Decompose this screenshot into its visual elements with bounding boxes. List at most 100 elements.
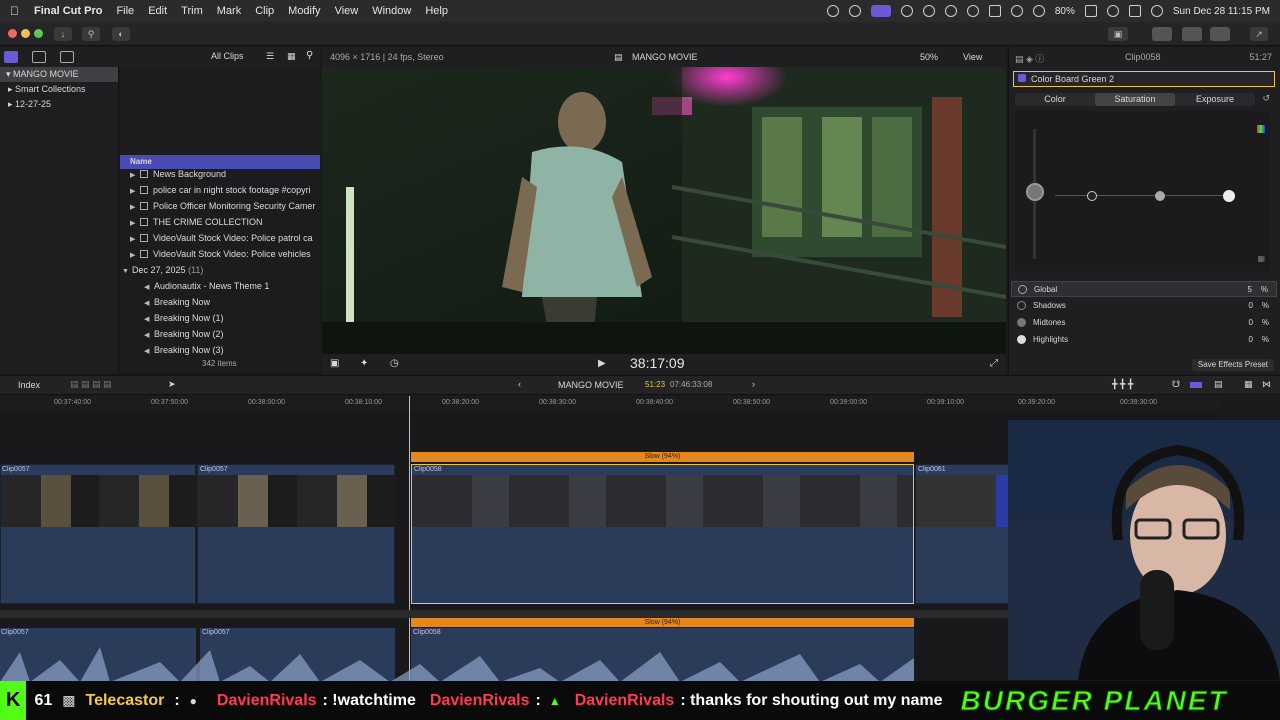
- timecode-display[interactable]: 38:17:09: [630, 355, 685, 371]
- save-effects-preset-button[interactable]: Save Effects Preset: [1191, 359, 1274, 371]
- import-icon[interactable]: ↓: [54, 27, 72, 41]
- menu-window[interactable]: Window: [372, 5, 411, 17]
- param-row-global[interactable]: Global 5 %: [1011, 281, 1277, 297]
- param-row-shadows[interactable]: Shadows 0 %: [1011, 298, 1277, 314]
- search-icon[interactable]: ⚲: [306, 50, 313, 61]
- param-row-midtones[interactable]: Midtones 0 %: [1011, 315, 1277, 331]
- list-item[interactable]: ▶ VideoVault Stock Video: Police patrol c…: [120, 230, 320, 246]
- edit-buttons[interactable]: ▤ ▤ ▤ ▤: [70, 379, 112, 390]
- battery-icon[interactable]: [1084, 5, 1097, 17]
- menu-modify[interactable]: Modify: [288, 5, 320, 17]
- list-view-icon[interactable]: ☰: [266, 51, 274, 62]
- timeline-index-button[interactable]: Index: [18, 380, 40, 390]
- reset-icon[interactable]: ↺: [1262, 93, 1270, 104]
- audio-retime-bar[interactable]: Slow (94%): [411, 618, 914, 627]
- effects-browser-icon[interactable]: ▦: [1244, 379, 1253, 390]
- list-item[interactable]: ▶ News Background: [120, 166, 320, 182]
- list-item[interactable]: ▶ VideoVault Stock Video: Police vehicles: [120, 246, 320, 262]
- video-clip[interactable]: Clip0057: [0, 464, 197, 604]
- zoom-dropdown[interactable]: 50%: [920, 52, 938, 62]
- snapping-icon[interactable]: [1190, 382, 1202, 388]
- menu-mark[interactable]: Mark: [217, 5, 241, 17]
- tab-saturation[interactable]: Saturation: [1095, 93, 1175, 106]
- video-viewer[interactable]: [322, 67, 1006, 354]
- back-icon[interactable]: ‹: [518, 379, 521, 389]
- titles-icon[interactable]: [60, 51, 74, 63]
- play-icon[interactable]: [922, 5, 935, 17]
- forward-icon[interactable]: ›: [752, 379, 755, 389]
- background-tasks-icon[interactable]: ◐: [112, 27, 130, 41]
- sidebar-item-smart-collections[interactable]: ▸ Smart Collections: [0, 82, 118, 97]
- menu-clip[interactable]: Clip: [255, 5, 274, 17]
- effect-name-dropdown[interactable]: Color Board Green 2: [1031, 74, 1114, 84]
- list-item[interactable]: ◀ Breaking Now: [120, 294, 320, 310]
- list-item[interactable]: ◀ Audionautix - News Theme 1: [120, 278, 320, 294]
- keywords-icon[interactable]: ⚲: [82, 27, 100, 41]
- enhance-icon[interactable]: ✦: [360, 358, 368, 369]
- midtones-value[interactable]: 0: [1249, 318, 1253, 327]
- effect-enable-checkbox[interactable]: [1018, 74, 1026, 82]
- inspector-tab-icons[interactable]: ▤ ◈ ⓘ: [1015, 52, 1044, 65]
- view-menu[interactable]: View: [963, 52, 982, 62]
- photos-icon[interactable]: [32, 51, 46, 63]
- workspace-icon[interactable]: ▣: [1108, 27, 1128, 41]
- libraries-icon[interactable]: [4, 51, 18, 63]
- color-board[interactable]: ▦: [1015, 111, 1271, 271]
- control-center-icon[interactable]: [1128, 5, 1141, 17]
- speed-icon[interactable]: ◷: [390, 358, 399, 369]
- clock[interactable]: Sun Dec 28 11:15 PM: [1173, 6, 1270, 17]
- browser-toggle-icon[interactable]: [1152, 27, 1172, 41]
- list-item[interactable]: ◀ Breaking Now (2): [120, 326, 320, 342]
- menu-view[interactable]: View: [335, 5, 359, 17]
- timeline-toggle-icon[interactable]: [1182, 27, 1202, 41]
- global-value[interactable]: 5: [1248, 285, 1252, 294]
- menu-app[interactable]: Final Cut Pro: [34, 5, 102, 17]
- fullscreen-icon[interactable]: ⤢: [990, 358, 998, 369]
- selected-video-clip[interactable]: Clip0058: [411, 464, 914, 604]
- date-group[interactable]: ▼ Dec 27, 2025 (11): [120, 262, 320, 278]
- shadows-value[interactable]: 0: [1249, 301, 1253, 310]
- playhead[interactable]: [409, 396, 410, 680]
- play-button[interactable]: ▶: [598, 358, 606, 369]
- sync-icon[interactable]: [848, 5, 861, 17]
- tab-exposure[interactable]: Exposure: [1175, 93, 1255, 106]
- inspector-toggle-icon[interactable]: [1210, 27, 1230, 41]
- crop-icon[interactable]: ▣: [330, 358, 339, 369]
- stage-manager-icon[interactable]: [870, 5, 891, 17]
- sidebar-item-event[interactable]: ▸ 12-27-25: [0, 97, 118, 112]
- headphones-icon[interactable]: ☋: [1172, 379, 1180, 390]
- clip-filter-dropdown[interactable]: All Clips: [211, 51, 244, 61]
- master-puck[interactable]: [1026, 183, 1044, 201]
- transitions-icon[interactable]: ⋈: [1262, 379, 1271, 390]
- shadows-puck[interactable]: [1087, 191, 1097, 201]
- video-clip[interactable]: Clip0057: [197, 464, 396, 604]
- timeline-project-title[interactable]: MANGO MOVIE: [558, 380, 624, 390]
- highlights-puck[interactable]: [1223, 190, 1235, 202]
- midtones-puck[interactable]: [1155, 191, 1165, 201]
- list-item[interactable]: ◀ Breaking Now (1): [120, 310, 320, 326]
- bluetooth-icon[interactable]: [1010, 5, 1023, 17]
- param-row-highlights[interactable]: Highlights 0 %: [1011, 332, 1277, 348]
- clip-appearance-icon[interactable]: ▤: [1214, 379, 1223, 390]
- menu-file[interactable]: File: [116, 5, 134, 17]
- siri-icon[interactable]: [1150, 5, 1163, 17]
- spotlight-icon[interactable]: [1106, 5, 1119, 17]
- menu-edit[interactable]: Edit: [148, 5, 167, 17]
- highlights-value[interactable]: 0: [1249, 335, 1253, 344]
- record-icon[interactable]: [826, 5, 839, 17]
- zoom-window-button[interactable]: [34, 29, 43, 38]
- clip-appearance-icon[interactable]: ▦: [287, 51, 296, 62]
- effect-header[interactable]: Color Board Green 2: [1013, 71, 1275, 87]
- close-window-button[interactable]: [8, 29, 17, 38]
- grid-icon[interactable]: [900, 5, 913, 17]
- skimming-icons[interactable]: ╋ ╋ ╋: [1112, 379, 1133, 390]
- display-icon[interactable]: [988, 5, 1001, 17]
- list-item[interactable]: ▶ THE CRIME COLLECTION: [120, 214, 320, 230]
- menu-trim[interactable]: Trim: [181, 5, 203, 17]
- timeline-ruler[interactable]: 00:37:40:00 00:37:50:00 00:38:00:00 00:3…: [0, 396, 1222, 410]
- list-item[interactable]: ◀ Breaking Now (3): [120, 342, 320, 358]
- tab-color[interactable]: Color: [1015, 93, 1095, 106]
- sidebar-item-library[interactable]: ▾ MANGO MOVIE: [0, 67, 118, 82]
- apple-menu-icon[interactable]: : [10, 4, 24, 18]
- share-icon[interactable]: ↗: [1250, 27, 1268, 41]
